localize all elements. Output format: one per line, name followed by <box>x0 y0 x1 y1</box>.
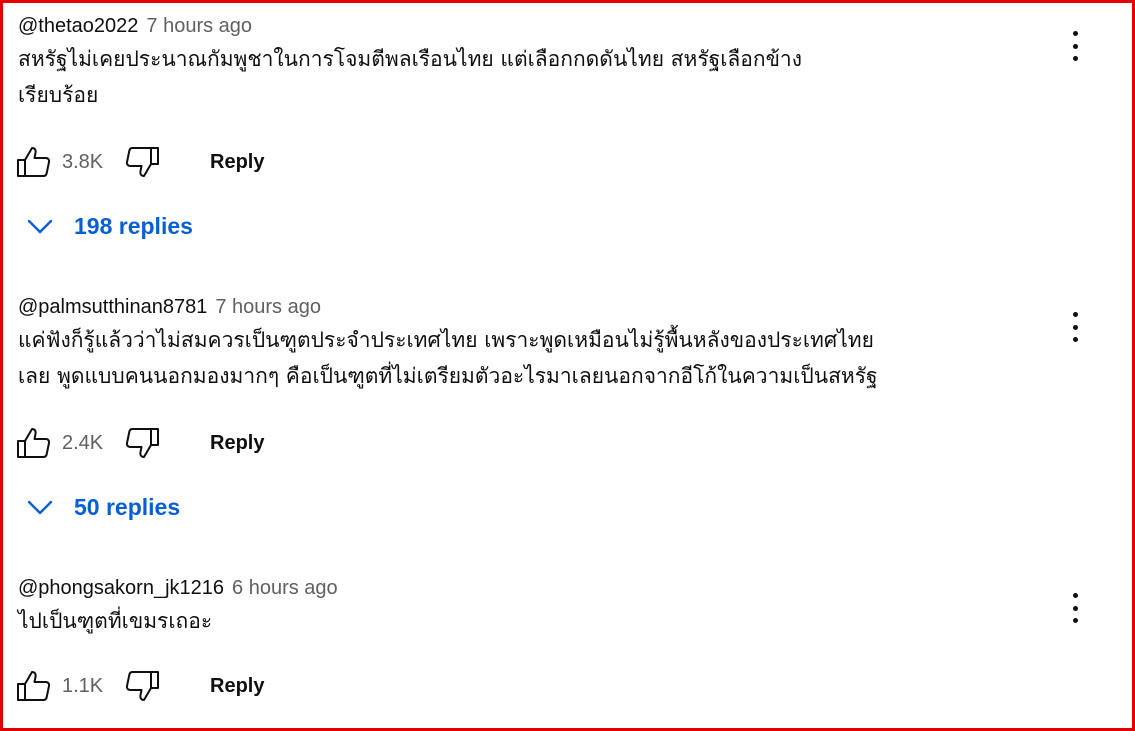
more-vert-icon[interactable] <box>1067 28 1083 64</box>
comment-header: @palmsutthinan8781 7 hours ago <box>18 293 1108 321</box>
thumb-down-icon[interactable] <box>124 425 160 461</box>
reply-button[interactable]: Reply <box>210 151 264 174</box>
like-count: 3.8K <box>62 150 104 173</box>
comment-actions: 2.4K Reply <box>16 425 264 461</box>
comment: @phongsakorn_jk1216 6 hours ago ไปเป็นฑู… <box>17 574 1108 701</box>
comment-text-line: ไปเป็นฑูตที่เขมรเถอะ <box>18 609 213 633</box>
more-vert-icon[interactable] <box>1067 309 1083 345</box>
comment-text-line: เลย พูดแบบคนนอกมองมากๆ คือเป็นฑูตที่ไม่เ… <box>18 364 878 388</box>
comment-header: @phongsakorn_jk1216 6 hours ago <box>18 574 1108 602</box>
thumb-down-icon[interactable] <box>124 668 160 704</box>
comment-actions: 3.8K Reply <box>16 144 264 180</box>
comment-text-line: แค่ฟังก็รู้แล้วว่าไม่สมควรเป็นฑูตประจำปร… <box>18 328 874 352</box>
comment-author[interactable]: @palmsutthinan8781 <box>18 296 207 319</box>
like-count: 1.1K <box>62 674 104 697</box>
more-vert-icon[interactable] <box>1067 590 1083 626</box>
comment-time[interactable]: 7 hours ago <box>215 296 321 319</box>
comment-author[interactable]: @thetao2022 <box>18 15 138 38</box>
comment-actions: 1.1K Reply <box>16 668 264 704</box>
reply-button[interactable]: Reply <box>210 675 264 698</box>
comment-text: แค่ฟังก็รู้แล้วว่าไม่สมควรเป็นฑูตประจำปร… <box>18 322 1043 394</box>
comment-text-line: สหรัฐไม่เคยประนาณกัมพูชาในการโจมตีพลเรือ… <box>18 47 802 71</box>
thumb-up-icon[interactable] <box>16 425 52 461</box>
comment-text-line: เรียบร้อย <box>18 83 99 107</box>
comment-text: ไปเป็นฑูตที่เขมรเถอะ <box>18 603 1043 639</box>
thumb-down-icon[interactable] <box>124 144 160 180</box>
view-replies-button[interactable]: 50 replies <box>26 489 180 525</box>
chevron-down-icon <box>26 493 54 521</box>
view-replies-button[interactable]: 198 replies <box>26 208 193 244</box>
comment-author[interactable]: @phongsakorn_jk1216 <box>18 577 224 600</box>
comment-header: @thetao2022 7 hours ago <box>18 12 1108 40</box>
thumb-up-icon[interactable] <box>16 144 52 180</box>
like-count: 2.4K <box>62 431 104 454</box>
comment-time[interactable]: 6 hours ago <box>232 577 338 600</box>
thumb-up-icon[interactable] <box>16 668 52 704</box>
replies-count-label[interactable]: 198 replies <box>74 213 193 240</box>
comment-time[interactable]: 7 hours ago <box>146 15 252 38</box>
replies-count-label[interactable]: 50 replies <box>74 494 180 521</box>
comment: @thetao2022 7 hours ago สหรัฐไม่เคยประนา… <box>17 12 1108 239</box>
comment-text: สหรัฐไม่เคยประนาณกัมพูชาในการโจมตีพลเรือ… <box>18 41 1043 113</box>
chevron-down-icon <box>26 212 54 240</box>
comment: @palmsutthinan8781 7 hours ago แค่ฟังก็ร… <box>17 293 1108 520</box>
reply-button[interactable]: Reply <box>210 432 264 455</box>
